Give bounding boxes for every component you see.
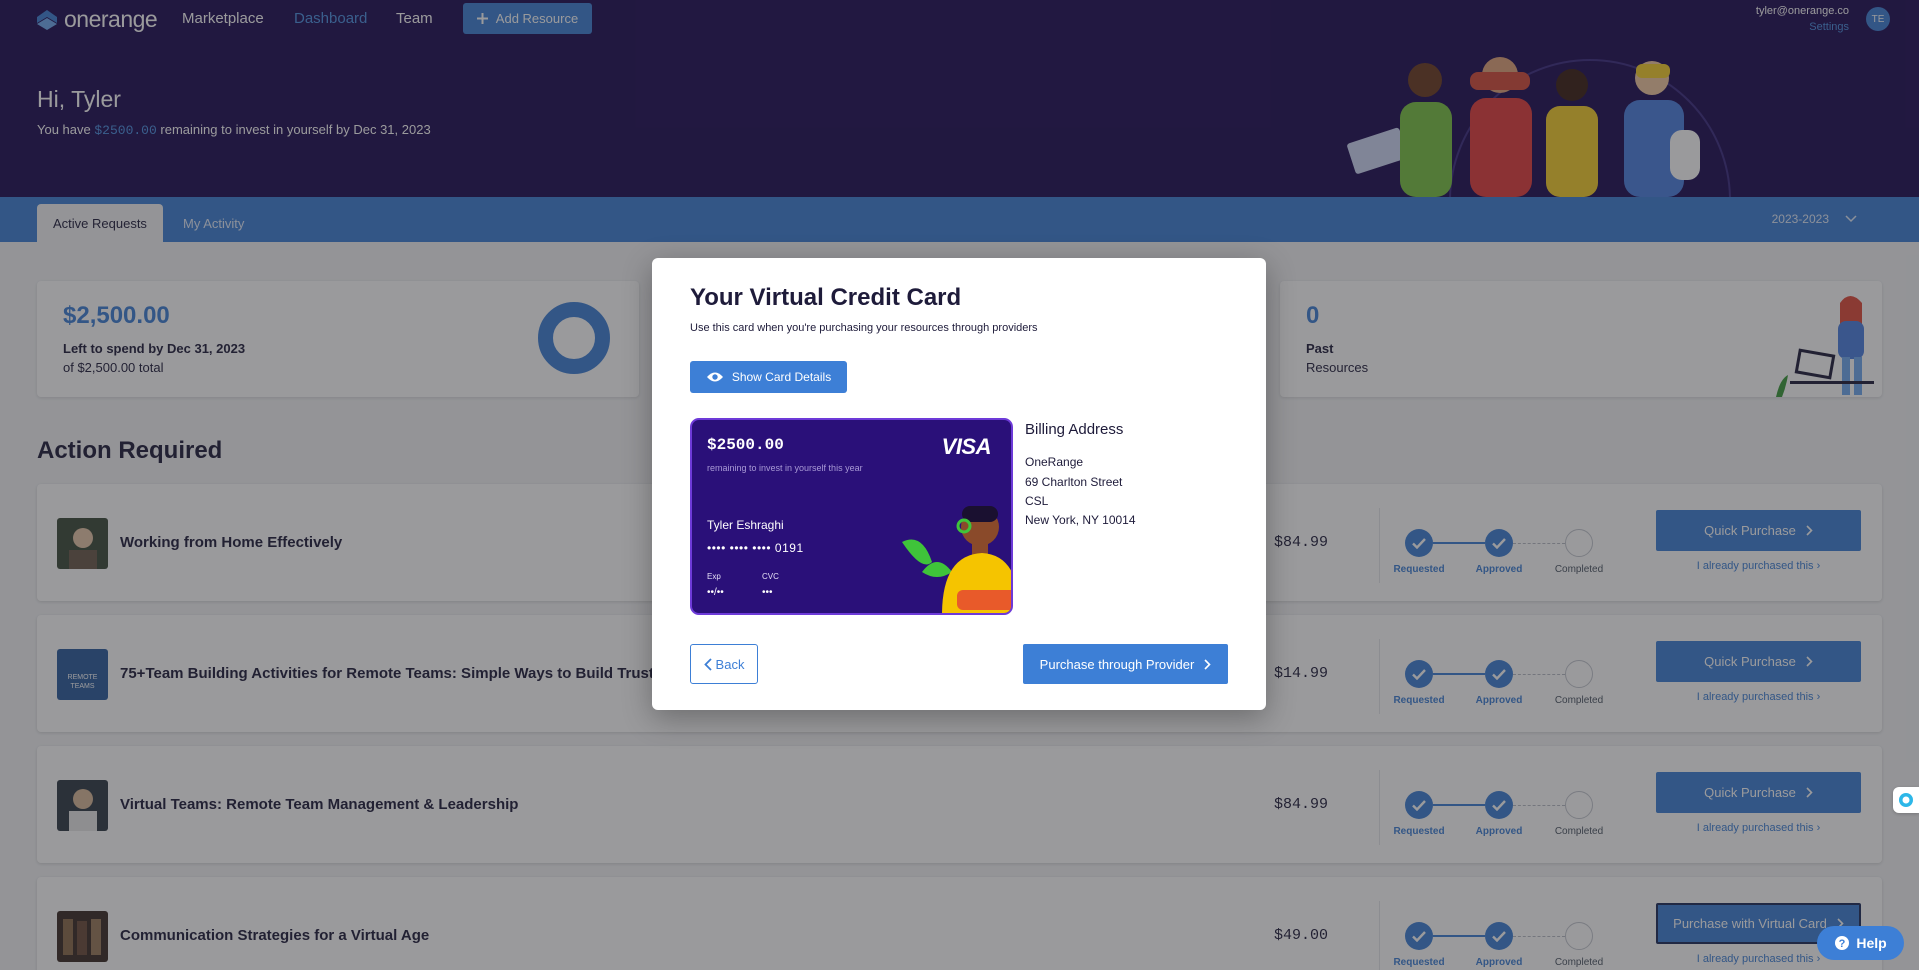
virtual-card-modal: Your Virtual Credit Card Use this card w… [652,258,1266,710]
card-exp-value: ••/•• [707,587,724,598]
billing-line: 69 Charlton Street [1025,475,1123,489]
question-mark-icon: ? [1835,936,1850,950]
back-label: Back [715,656,745,672]
side-widget-button[interactable] [1893,787,1919,813]
billing-line: CSL [1025,494,1049,508]
billing-address-title: Billing Address [1025,421,1124,438]
virtual-credit-card: $2500.00 remaining to invest in yourself… [690,418,1013,615]
purchase-through-provider-button[interactable]: Purchase through Provider [1023,644,1228,684]
card-cvc-label: CVC [762,572,779,581]
back-button[interactable]: Back [690,644,758,684]
billing-line: OneRange [1025,455,1084,469]
chevron-right-icon [1204,658,1211,670]
cardholder-name: Tyler Eshraghi [707,518,784,532]
chevron-left-icon [703,657,712,671]
card-balance: $2500.00 [707,436,784,454]
help-button[interactable]: ? Help [1817,926,1904,960]
card-cvc-value: ••• [762,587,773,598]
card-exp-label: Exp [707,572,721,581]
card-number: •••• •••• •••• 0191 [707,541,804,555]
svg-text:?: ? [1839,938,1846,950]
card-balance-caption: remaining to invest in yourself this yea… [707,463,863,473]
show-card-details-button[interactable]: Show Card Details [690,361,847,393]
purchase-through-provider-label: Purchase through Provider [1039,656,1195,672]
modal-title: Your Virtual Credit Card [690,284,962,311]
chat-bubble-icon [1899,793,1913,807]
eye-icon [706,372,723,382]
help-label: Help [1856,935,1887,951]
card-person-illustration [902,506,1011,613]
billing-line: New York, NY 10014 [1025,513,1136,527]
modal-subtitle: Use this card when you're purchasing you… [690,322,1038,334]
show-card-details-label: Show Card Details [731,370,832,384]
visa-logo: VISA [941,434,992,459]
